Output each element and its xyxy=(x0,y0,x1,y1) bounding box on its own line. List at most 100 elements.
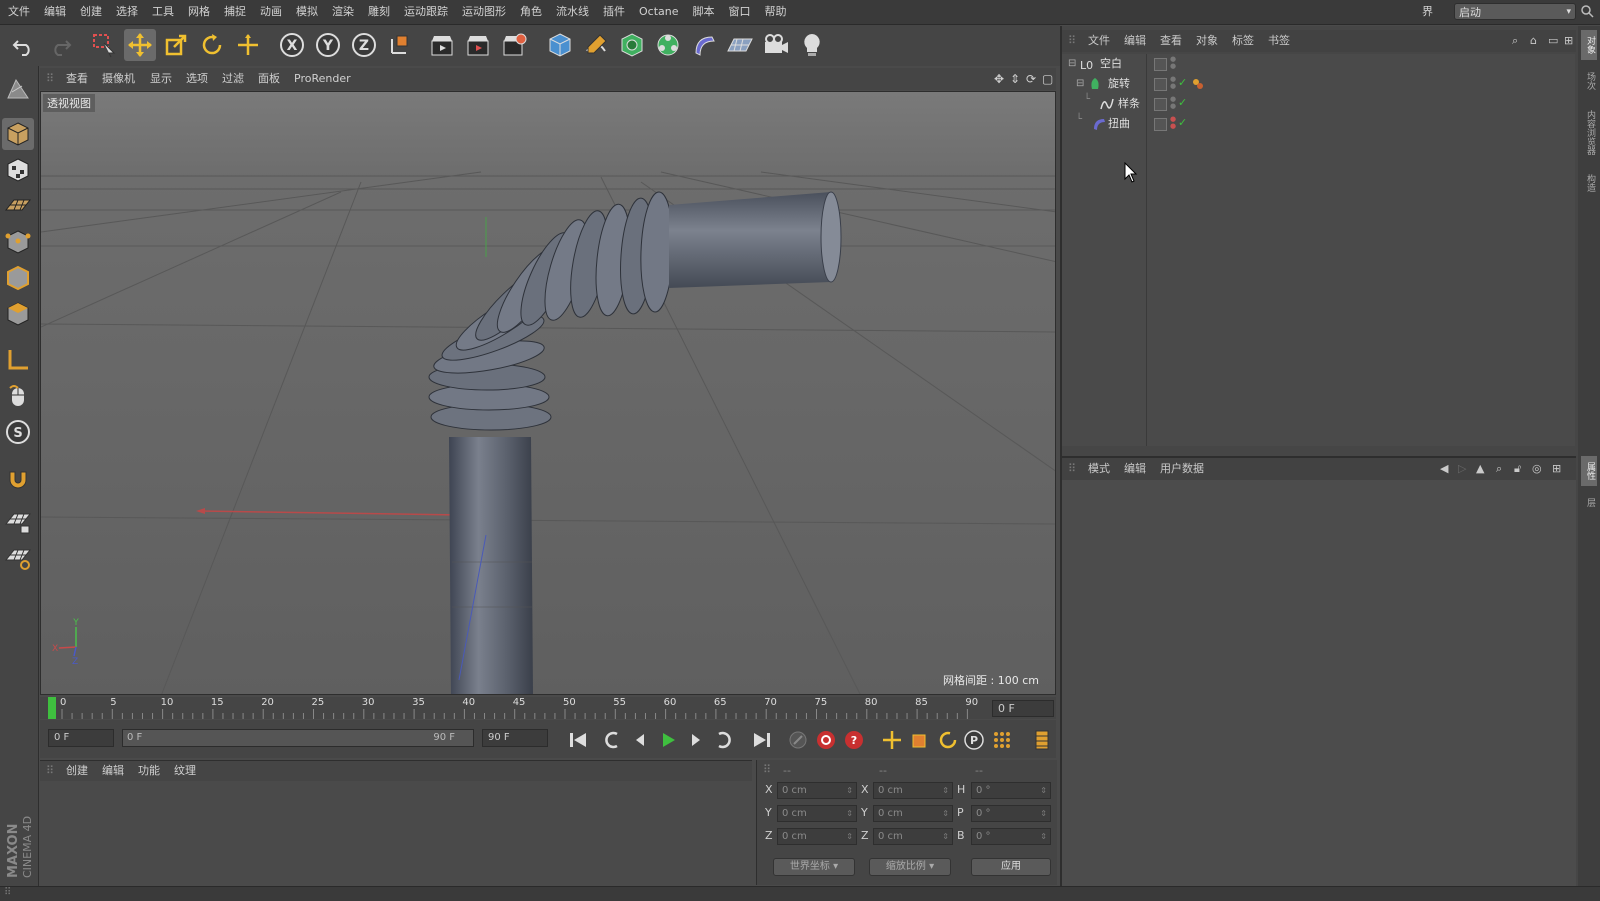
autokeying-button[interactable] xyxy=(814,728,838,752)
scale-tool-button[interactable] xyxy=(160,29,192,61)
add-spline-pen-button[interactable] xyxy=(580,29,612,61)
add-mograph-button[interactable] xyxy=(652,29,684,61)
add-floor-button[interactable] xyxy=(724,29,756,61)
add-cube-button[interactable] xyxy=(544,29,576,61)
material-manager-area[interactable] xyxy=(40,781,752,885)
add-subdivision-button[interactable] xyxy=(616,29,648,61)
material-menu-edit[interactable]: 编辑 xyxy=(102,761,124,781)
key-rotation-button[interactable] xyxy=(936,728,960,752)
visibility-dots-icon[interactable]: ● ● xyxy=(1170,76,1176,90)
next-frame-button[interactable] xyxy=(684,728,708,752)
spinner-icon[interactable]: ⇕ xyxy=(846,783,853,798)
drag-handle-icon[interactable]: ⠿ xyxy=(4,887,11,898)
layer-checkbox[interactable] xyxy=(1154,98,1167,111)
attr-menu-mode[interactable]: 模式 xyxy=(1088,458,1110,480)
workplane-lock-button[interactable] xyxy=(2,506,34,538)
material-menu-create[interactable]: 创建 xyxy=(66,761,88,781)
x-axis-lock-button[interactable]: X xyxy=(276,29,308,61)
z-axis-lock-button[interactable]: Z xyxy=(348,29,380,61)
collapse-toggle-icon[interactable]: ⊟ xyxy=(1068,58,1076,69)
lock-icon[interactable]: 🔓︎ xyxy=(1514,458,1521,480)
arrow-up-icon[interactable]: ▲ xyxy=(1476,458,1484,480)
record-keys-button[interactable] xyxy=(786,728,810,752)
object-row-lathe[interactable]: ⊟ 旋转 ● ● ✓ xyxy=(1062,74,1574,94)
tweak-mode-button[interactable] xyxy=(2,380,34,412)
tab-structure[interactable]: 构造 xyxy=(1581,168,1597,198)
end-frame-field[interactable]: 90 F xyxy=(482,729,548,747)
apply-button[interactable]: 应用 xyxy=(971,858,1051,876)
spinner-icon[interactable]: ⇕ xyxy=(1040,783,1047,798)
object-name[interactable]: 扭曲 xyxy=(1108,114,1130,134)
render-view-button[interactable] xyxy=(426,29,458,61)
viewport-menu-options[interactable]: 选项 xyxy=(186,68,208,90)
menu-sculpt[interactable]: 雕刻 xyxy=(361,0,397,24)
spinner-icon[interactable]: ⇕ xyxy=(846,829,853,844)
object-row-spline[interactable]: └ 样条 ● ● ✓ xyxy=(1062,94,1574,114)
coordinate-system-button[interactable] xyxy=(384,29,416,61)
add-camera-button[interactable] xyxy=(760,29,792,61)
key-pla-button[interactable] xyxy=(990,728,1014,752)
menu-animate[interactable]: 动画 xyxy=(253,0,289,24)
workplane-align-button[interactable] xyxy=(2,542,34,574)
menu-simulate[interactable]: 模拟 xyxy=(289,0,325,24)
rotate-tool-button[interactable] xyxy=(196,29,228,61)
object-name[interactable]: 旋转 xyxy=(1108,74,1130,94)
new-panel-icon[interactable]: ⊞ xyxy=(1552,458,1561,480)
object-row-bend[interactable]: └ 扭曲 ● ● ✓ xyxy=(1062,114,1574,134)
frame-range-slider[interactable]: 0 F 90 F xyxy=(122,729,474,747)
tab-attributes[interactable]: 属性 xyxy=(1581,456,1597,486)
live-selection-button[interactable] xyxy=(88,29,120,61)
layer-checkbox[interactable] xyxy=(1154,58,1167,71)
viewport-menu-camera[interactable]: 摄像机 xyxy=(102,68,135,90)
attr-menu-edit[interactable]: 编辑 xyxy=(1124,458,1146,480)
om-menu-edit[interactable]: 编辑 xyxy=(1124,30,1146,52)
om-menu-view[interactable]: 查看 xyxy=(1160,30,1182,52)
previous-frame-button[interactable] xyxy=(628,728,652,752)
menu-window[interactable]: 窗口 xyxy=(722,0,758,24)
tab-takes[interactable]: 场次 xyxy=(1581,66,1597,96)
menu-tools[interactable]: 工具 xyxy=(145,0,181,24)
enabled-check-icon[interactable]: ✓ xyxy=(1178,76,1187,89)
viewport-maximize-icon[interactable]: ▢ xyxy=(1042,68,1053,90)
material-menu-texture[interactable]: 纹理 xyxy=(174,761,196,781)
add-deformer-button[interactable] xyxy=(688,29,720,61)
render-settings-button[interactable] xyxy=(498,29,530,61)
collapse-icon[interactable]: ▭ xyxy=(1548,30,1558,52)
viewport-menu-view[interactable]: 查看 xyxy=(66,68,88,90)
layer-checkbox[interactable] xyxy=(1154,118,1167,131)
texture-mode-button[interactable] xyxy=(2,154,34,186)
timeline-ruler[interactable]: 0 5 10 15 20 25 30 35 40 45 50 55 60 65 70 75 80 85 90 xyxy=(40,697,1056,719)
undo-button[interactable] xyxy=(8,29,40,61)
menu-help[interactable]: 帮助 xyxy=(758,0,794,24)
visibility-dots-icon[interactable]: ● ● xyxy=(1170,56,1176,70)
tab-layers[interactable]: 层 xyxy=(1581,492,1597,512)
key-scale-button[interactable] xyxy=(908,728,932,752)
add-light-button[interactable] xyxy=(796,29,828,61)
size-z-field[interactable]: 0 cm ⇕ xyxy=(873,828,953,845)
move-tool-button[interactable] xyxy=(124,29,156,61)
points-mode-button[interactable] xyxy=(2,226,34,258)
size-x-field[interactable]: 0 cm ⇕ xyxy=(873,782,953,799)
scale-mode-select[interactable]: 缩放比例 ▾ xyxy=(869,858,951,876)
menu-file[interactable]: 文件 xyxy=(0,0,37,24)
material-menu-function[interactable]: 功能 xyxy=(138,761,160,781)
pos-z-field[interactable]: 0 cm ⇕ xyxy=(777,828,857,845)
om-menu-bookmarks[interactable]: 书签 xyxy=(1268,30,1290,52)
menu-octane[interactable]: Octane xyxy=(632,0,686,24)
target-icon[interactable]: ◎ xyxy=(1532,458,1542,480)
keyframe-selection-button[interactable]: ? xyxy=(842,728,866,752)
menu-create[interactable]: 创建 xyxy=(73,0,109,24)
om-menu-file[interactable]: 文件 xyxy=(1088,30,1110,52)
menu-motion-tracking[interactable]: 运动跟踪 xyxy=(397,0,455,24)
menu-mesh[interactable]: 网格 xyxy=(181,0,217,24)
key-position-button[interactable] xyxy=(880,728,904,752)
spinner-icon[interactable]: ⇕ xyxy=(846,806,853,821)
layout-select[interactable]: 启动 ▾ xyxy=(1454,3,1576,20)
menu-script[interactable]: 脚本 xyxy=(686,0,722,24)
om-menu-objects[interactable]: 对象 xyxy=(1196,30,1218,52)
viewport-orbit-icon[interactable]: ⟳ xyxy=(1026,68,1036,90)
solo-button[interactable]: S xyxy=(2,416,34,448)
menu-character[interactable]: 角色 xyxy=(513,0,549,24)
current-frame-field[interactable]: 0 F xyxy=(992,700,1054,717)
menu-pipeline[interactable]: 流水线 xyxy=(549,0,596,24)
